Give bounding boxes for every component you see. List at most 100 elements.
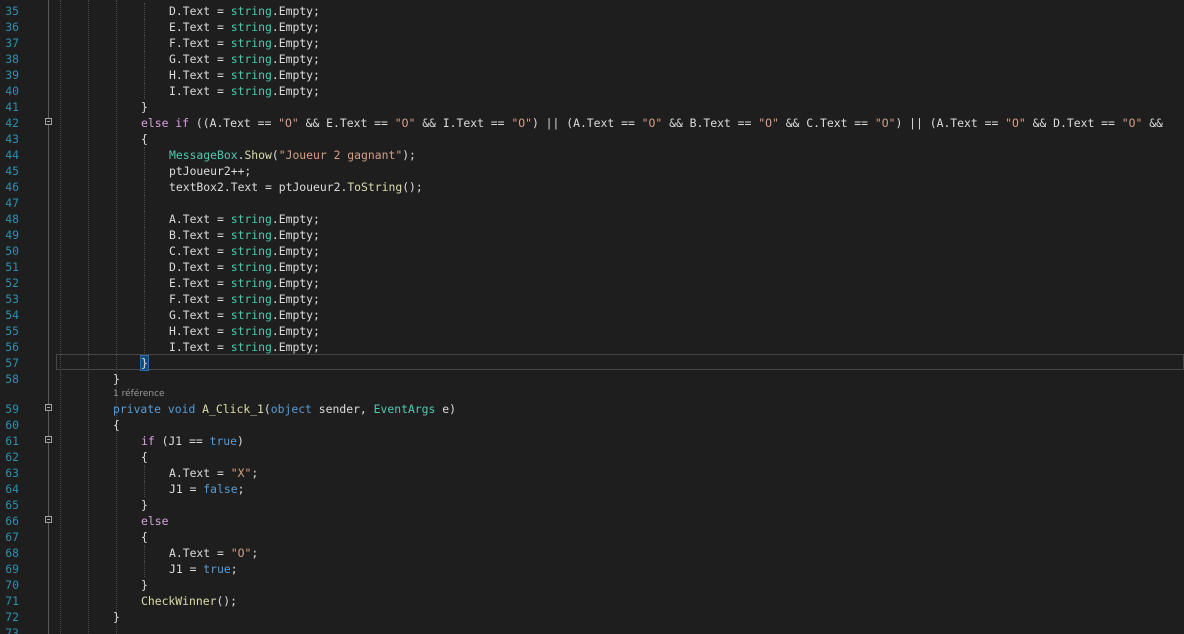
collapse-icon[interactable]: [45, 404, 52, 411]
code-line[interactable]: 73: [0, 625, 1184, 634]
code-text[interactable]: B.Text = string.Empty;: [169, 227, 320, 243]
code-line[interactable]: 61 if (J1 == true): [0, 433, 1184, 449]
code-line[interactable]: 64 J1 = false;: [0, 481, 1184, 497]
code-line[interactable]: 44 MessageBox.Show("Joueur 2 gagnant");: [0, 147, 1184, 163]
code-text[interactable]: else: [141, 513, 168, 529]
code-line[interactable]: 41}: [0, 99, 1184, 115]
code-text[interactable]: if (J1 == true): [141, 433, 244, 449]
code-text[interactable]: H.Text = string.Empty;: [169, 67, 320, 83]
token-plain: .Empty;: [271, 36, 320, 50]
code-text[interactable]: {: [113, 417, 120, 433]
code-line[interactable]: 68 A.Text = "O";: [0, 545, 1184, 561]
code-text[interactable]: I.Text = string.Empty;: [169, 339, 320, 355]
code-line[interactable]: 67 {: [0, 529, 1184, 545]
code-text[interactable]: H.Text = string.Empty;: [169, 323, 320, 339]
code-line[interactable]: 46 textBox2.Text = ptJoueur2.ToString();: [0, 179, 1184, 195]
code-text[interactable]: }: [140, 355, 149, 371]
code-line[interactable]: 35 D.Text = string.Empty;: [0, 3, 1184, 19]
code-text[interactable]: MessageBox.Show("Joueur 2 gagnant");: [169, 147, 416, 163]
code-line[interactable]: 47: [0, 195, 1184, 211]
code-text[interactable]: C.Text = string.Empty;: [169, 243, 320, 259]
collapse-icon[interactable]: [45, 516, 52, 523]
code-line[interactable]: 63 A.Text = "X";: [0, 465, 1184, 481]
code-line[interactable]: 52 E.Text = string.Empty;: [0, 275, 1184, 291]
code-text[interactable]: G.Text = string.Empty;: [169, 51, 320, 67]
code-text[interactable]: G.Text = string.Empty;: [169, 307, 320, 323]
code-line[interactable]: 53 F.Text = string.Empty;: [0, 291, 1184, 307]
line-number: 63: [5, 466, 19, 480]
collapse-icon[interactable]: [45, 436, 52, 443]
code-text[interactable]: F.Text = string.Empty;: [169, 291, 320, 307]
code-text[interactable]: {: [141, 449, 148, 465]
code-line[interactable]: 56 I.Text = string.Empty;: [0, 339, 1184, 355]
code-line[interactable]: 37 F.Text = string.Empty;: [0, 35, 1184, 51]
code-text[interactable]: A.Text = string.Empty;: [169, 211, 320, 227]
code-text[interactable]: J1 = true;: [169, 561, 238, 577]
code-line[interactable]: 54 G.Text = string.Empty;: [0, 307, 1184, 323]
code-line[interactable]: 49 B.Text = string.Empty;: [0, 227, 1184, 243]
token-plain: .Empty;: [271, 84, 320, 98]
code-line[interactable]: 39 H.Text = string.Empty;: [0, 67, 1184, 83]
code-text[interactable]: CheckWinner();: [141, 593, 237, 609]
token-kw: false: [203, 482, 238, 496]
line-number: 39: [5, 68, 19, 82]
line-number: 49: [5, 228, 19, 242]
code-text[interactable]: J1 = false;: [169, 481, 244, 497]
code-line[interactable]: 65}: [0, 497, 1184, 513]
code-text[interactable]: }: [113, 371, 120, 387]
code-line[interactable]: 55 H.Text = string.Empty;: [0, 323, 1184, 339]
token-plain: C.Text =: [169, 244, 231, 258]
token-type: string: [230, 276, 272, 290]
code-line[interactable]: 51 D.Text = string.Empty;: [0, 259, 1184, 275]
token-plain: && E.Text ==: [298, 116, 395, 130]
code-text[interactable]: }: [141, 497, 148, 513]
code-line[interactable]: 69 J1 = true;: [0, 561, 1184, 577]
collapse-icon[interactable]: [45, 118, 52, 125]
code-line[interactable]: 48 A.Text = string.Empty;: [0, 211, 1184, 227]
line-number: 69: [5, 562, 19, 576]
token-plain: sender,: [311, 402, 374, 416]
token-plain: (J1 ==: [154, 434, 210, 448]
code-text[interactable]: }: [141, 99, 148, 115]
code-text[interactable]: private void A_Click_1(object sender, Ev…: [113, 401, 456, 417]
token-kw: true: [209, 434, 238, 448]
code-text[interactable]: E.Text = string.Empty;: [169, 19, 320, 35]
line-number: 50: [5, 244, 19, 258]
code-text[interactable]: }: [113, 609, 120, 625]
code-line[interactable]: 72}: [0, 609, 1184, 625]
code-line[interactable]: 58}: [0, 371, 1184, 387]
token-plain: }: [140, 355, 149, 371]
code-line[interactable]: 40 I.Text = string.Empty;: [0, 83, 1184, 99]
code-text[interactable]: D.Text = string.Empty;: [169, 259, 320, 275]
token-ctl: else: [141, 116, 169, 130]
code-line[interactable]: 70}: [0, 577, 1184, 593]
code-line[interactable]: 42 else if ((A.Text == "O" && E.Text == "…: [0, 115, 1184, 131]
code-text[interactable]: F.Text = string.Empty;: [169, 35, 320, 51]
token-str: "O": [394, 116, 416, 130]
code-text[interactable]: D.Text = string.Empty;: [169, 3, 320, 19]
code-text[interactable]: }: [141, 577, 148, 593]
code-text[interactable]: E.Text = string.Empty;: [169, 275, 320, 291]
code-line[interactable]: 57}: [0, 355, 1184, 371]
token-plain: }: [141, 578, 148, 592]
code-text[interactable]: {: [141, 529, 148, 545]
code-text[interactable]: ptJoueur2++;: [169, 163, 251, 179]
code-text[interactable]: else if ((A.Text == "O" && E.Text == "O"…: [141, 115, 1163, 131]
code-line[interactable]: 45 ptJoueur2++;: [0, 163, 1184, 179]
code-text[interactable]: textBox2.Text = ptJoueur2.ToString();: [169, 179, 423, 195]
code-line[interactable]: 38 G.Text = string.Empty;: [0, 51, 1184, 67]
code-line[interactable]: 71 CheckWinner();: [0, 593, 1184, 609]
code-text[interactable]: A.Text = "O";: [169, 545, 258, 561]
code-text[interactable]: {: [141, 131, 148, 147]
code-line[interactable]: 60 {: [0, 417, 1184, 433]
code-line[interactable]: 36 E.Text = string.Empty;: [0, 19, 1184, 35]
code-editor[interactable]: 1 référence 35 D.Text = string.Empty; 36 E.…: [0, 0, 1184, 634]
code-text[interactable]: I.Text = string.Empty;: [169, 83, 320, 99]
code-line[interactable]: 43 {: [0, 131, 1184, 147]
code-text[interactable]: A.Text = "X";: [169, 465, 258, 481]
code-line[interactable]: 59 private void A_Click_1(object sender, …: [0, 401, 1184, 417]
code-line[interactable]: 50 C.Text = string.Empty;: [0, 243, 1184, 259]
code-line[interactable]: 62 {: [0, 449, 1184, 465]
codelens-references[interactable]: 1 référence: [113, 388, 165, 400]
code-line[interactable]: 66 else: [0, 513, 1184, 529]
